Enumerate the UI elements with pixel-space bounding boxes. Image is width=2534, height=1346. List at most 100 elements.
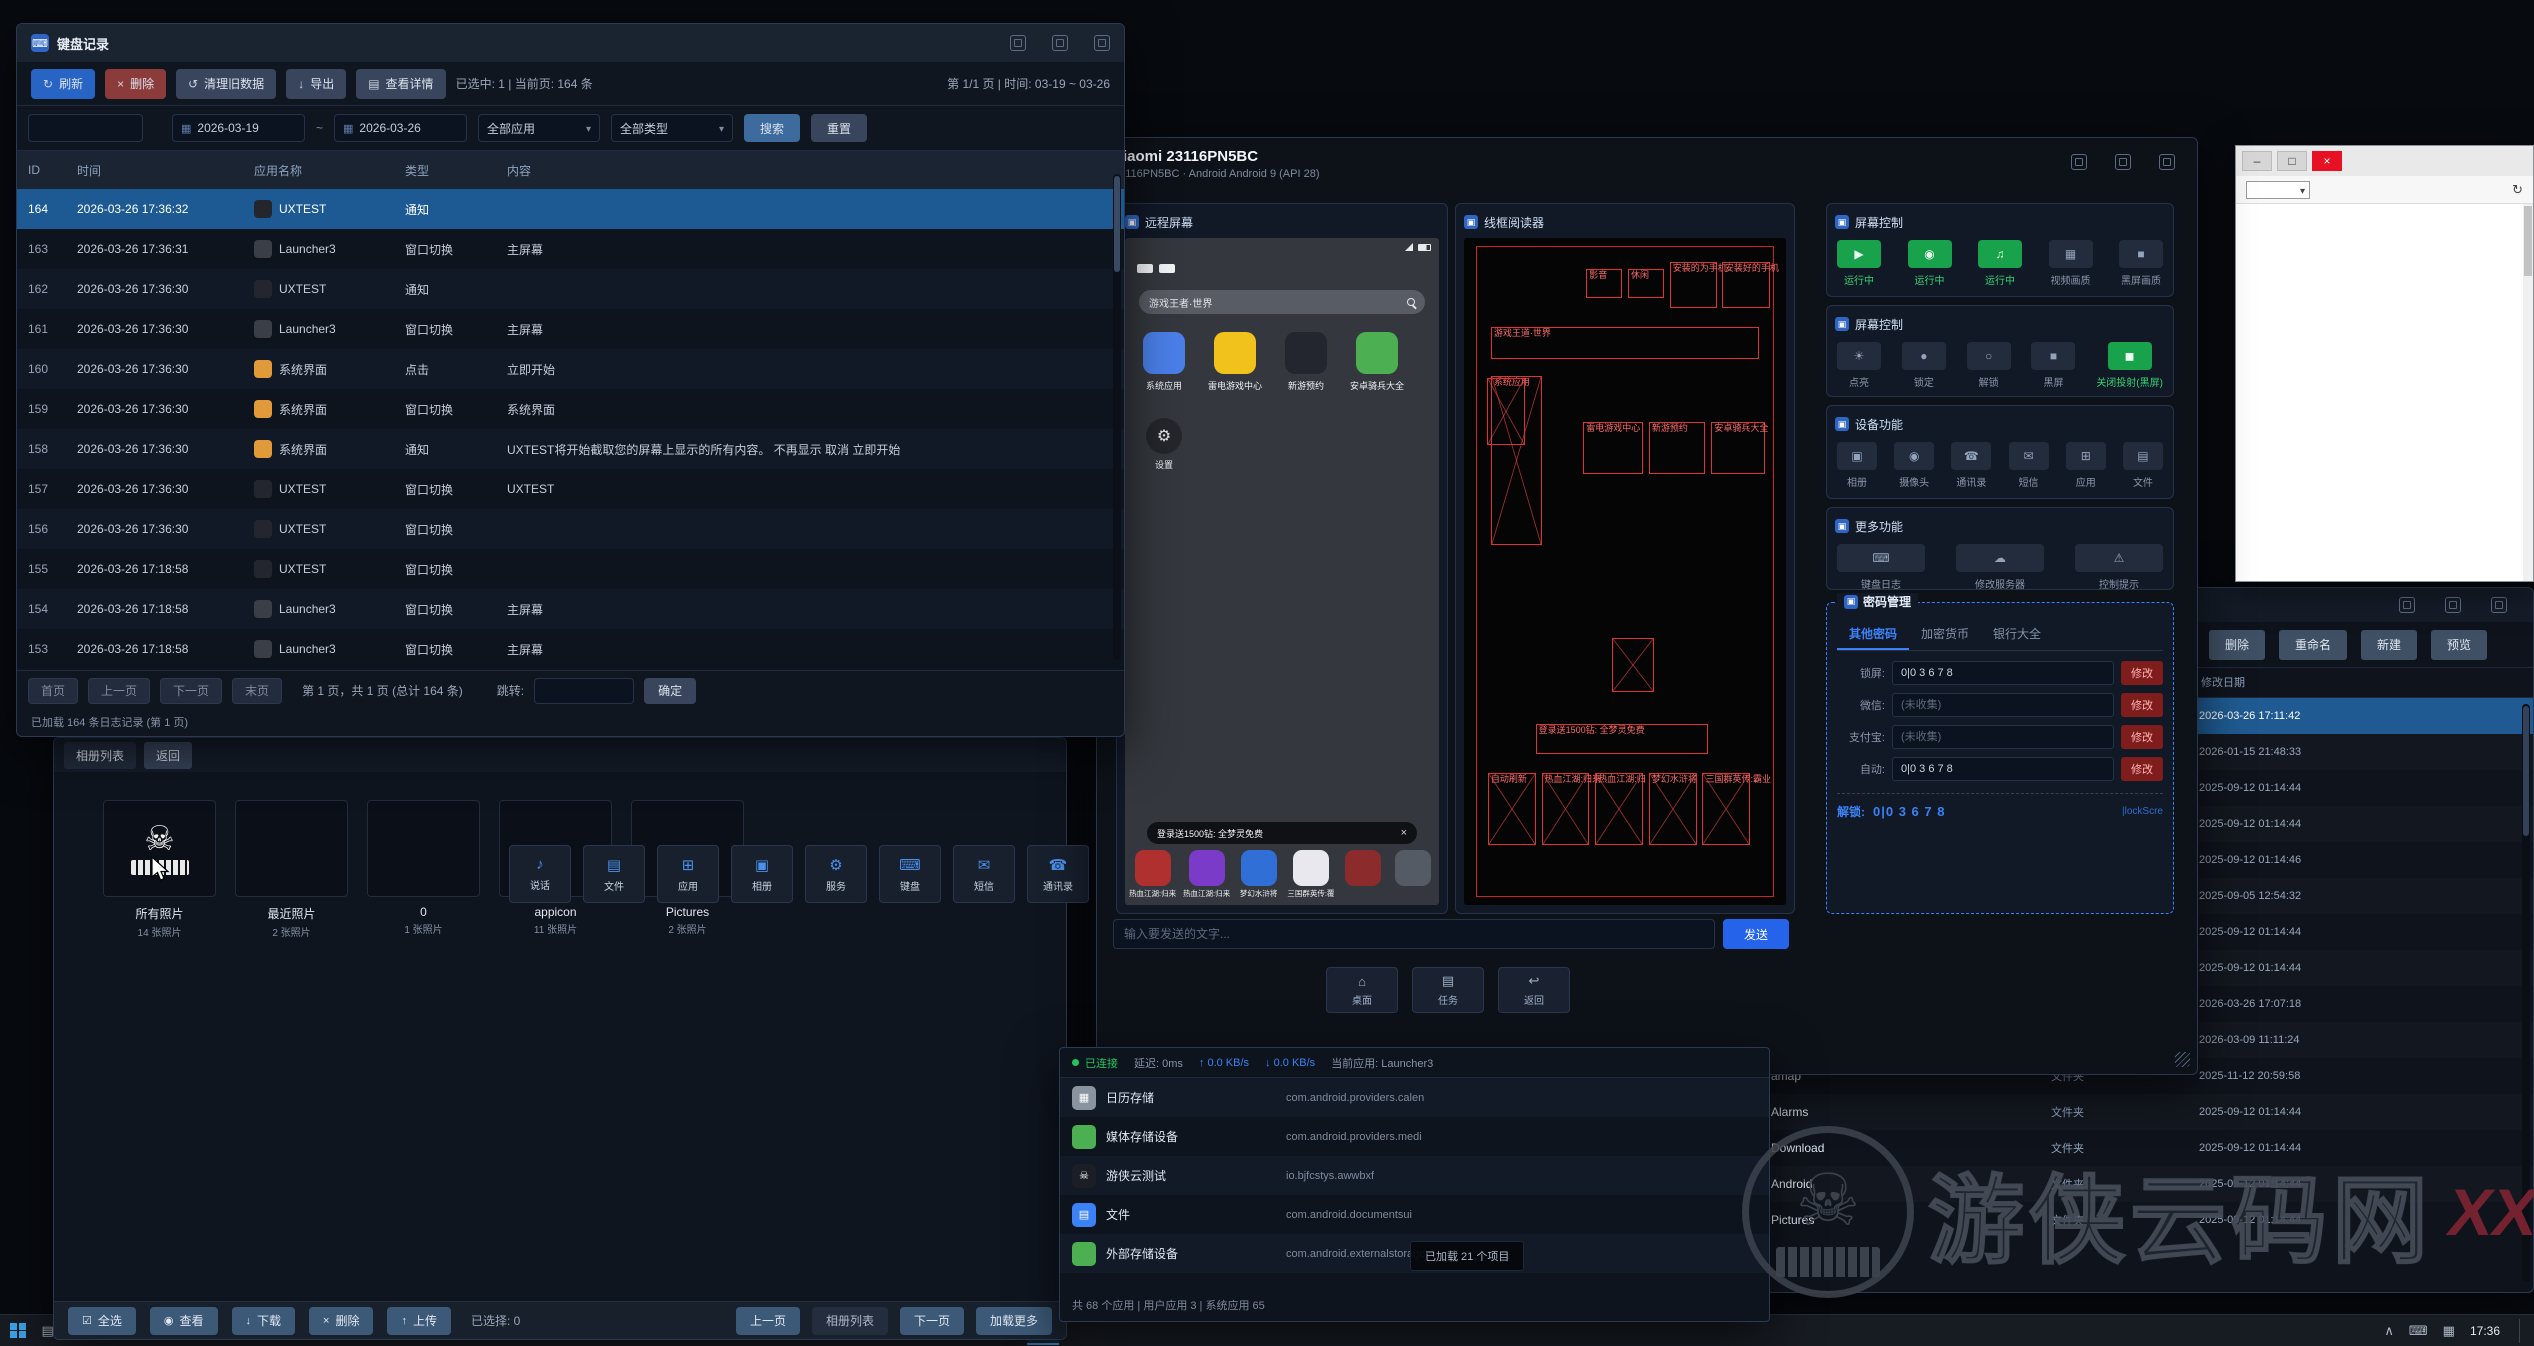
phone-app-icon[interactable]: 系统应用 (1135, 332, 1193, 392)
album-paging-button[interactable]: 上一页 (736, 1307, 800, 1335)
album-paging-button[interactable]: 相册列表 (812, 1307, 888, 1335)
dock-app-icon[interactable]: 三国群英传:覆 (1287, 850, 1334, 897)
password-tab[interactable]: 其他密码 (1837, 621, 1909, 650)
scrollbar[interactable] (1113, 174, 1121, 660)
log-row[interactable]: 155 2026-03-26 17:18:58 UXTEST 窗口切换 (17, 549, 1124, 589)
stream-control-button[interactable]: ♫ 运行中 (1978, 240, 2022, 287)
device-function-button[interactable]: ✉ 短信 (2009, 442, 2049, 489)
modify-button[interactable]: 修改 (2121, 661, 2163, 685)
log-row[interactable]: 157 2026-03-26 17:36:30 UXTEST 窗口切换 UXTE… (17, 469, 1124, 509)
stream-control-button[interactable]: ◉ 运行中 (1908, 240, 1952, 287)
window-close-icon[interactable] (2491, 597, 2507, 613)
window-minimize-icon[interactable] (2115, 154, 2131, 170)
log-row[interactable]: 160 2026-03-26 17:36:30 系统界面 点击 立即开始 (17, 349, 1124, 389)
zoom-select[interactable] (2246, 181, 2310, 199)
album-action-button[interactable]: ↓ 下载 (232, 1307, 296, 1335)
window-pin-icon[interactable] (1010, 35, 1026, 51)
album-action-button[interactable]: ☑ 全选 (68, 1307, 136, 1335)
tray-expand-icon[interactable]: ∧ (2384, 1323, 2394, 1339)
window-layout-icon[interactable] (2445, 597, 2461, 613)
reset-button[interactable]: 重置 (811, 114, 867, 142)
minimize-button[interactable] (2242, 151, 2272, 171)
log-row[interactable]: 164 2026-03-26 17:36:32 UXTEST 通知 (17, 189, 1124, 229)
maximize-button[interactable] (2277, 151, 2307, 171)
file-row[interactable]: Pictures 文件夹 2025-09-12 01:14:44 (1641, 1202, 2533, 1238)
log-row[interactable]: 161 2026-03-26 17:36:30 Launcher3 窗口切换 主… (17, 309, 1124, 349)
toolbar-button[interactable]: ↻ 刷新 (31, 69, 95, 99)
last-page-button[interactable]: 末页 (232, 678, 282, 704)
scrollbar-thumb[interactable] (2523, 706, 2529, 836)
nav-button[interactable]: ↩ 返回 (1498, 967, 1570, 1013)
send-button[interactable]: 发送 (1723, 919, 1789, 949)
column-modified-date[interactable]: 修改日期 (2201, 668, 2245, 698)
device-function-button[interactable]: ▣ 相册 (1837, 442, 1877, 489)
password-tab[interactable]: 银行大全 (1981, 621, 2053, 650)
function-button[interactable]: ✉ 短信 (953, 845, 1015, 903)
jump-confirm-button[interactable]: 确定 (644, 678, 696, 704)
file-row[interactable]: Alarms 文件夹 2025-09-12 01:14:44 (1641, 1094, 2533, 1130)
function-button[interactable]: ⊞ 应用 (657, 845, 719, 903)
phone-search-bar[interactable]: 游戏王者·世界 (1139, 290, 1425, 314)
stream-control-button[interactable]: ■ 黑屏画质 (2119, 240, 2163, 287)
scrollbar[interactable] (2523, 204, 2533, 581)
log-row[interactable]: 158 2026-03-26 17:36:30 系统界面 通知 UXTEST将开… (17, 429, 1124, 469)
dock-app-icon[interactable]: 热血江湖:归来 (1183, 850, 1230, 897)
album-action-button[interactable]: × 删除 (309, 1307, 373, 1335)
back-button[interactable]: 返回 (144, 742, 192, 769)
start-button[interactable] (10, 1323, 26, 1339)
device-function-button[interactable]: ☎ 通讯录 (1951, 442, 1991, 489)
keyword-input[interactable] (28, 114, 143, 142)
screen-action-button[interactable]: ☀ 点亮 (1837, 342, 1881, 389)
taskbar-search-icon[interactable]: ▤ (42, 1323, 54, 1339)
album-action-button[interactable]: ◉ 查看 (150, 1307, 218, 1335)
dock-app-icon[interactable] (1341, 850, 1384, 897)
window-pin-icon[interactable] (2071, 154, 2087, 170)
screen-action-button[interactable]: ■ 黑屏 (2031, 342, 2075, 389)
refresh-icon[interactable] (2512, 182, 2523, 198)
app-row[interactable]: ▤ 文件 com.android.documentsui (1060, 1195, 1769, 1234)
modify-button[interactable]: 修改 (2121, 693, 2163, 717)
function-button[interactable]: ▤ 文件 (583, 845, 645, 903)
screen-action-button[interactable]: ○ 解锁 (1967, 342, 2011, 389)
phone-app-icon[interactable]: 安卓骑兵大全 (1348, 332, 1406, 392)
app-row[interactable]: ☠ 游侠云测试 io.bjfcstys.awwbxf (1060, 1156, 1769, 1195)
function-button[interactable]: ☎ 通讯录 (1027, 845, 1089, 903)
file-action-button[interactable]: 删除 (2209, 630, 2265, 660)
prev-page-button[interactable]: 上一页 (88, 678, 150, 704)
album-paging-button[interactable]: 加载更多 (976, 1307, 1052, 1335)
toolbar-button[interactable]: ▤ 查看详情 (356, 69, 445, 99)
phone-app-icon[interactable]: 雷电游戏中心 (1206, 332, 1264, 392)
modify-button[interactable]: 修改 (2121, 725, 2163, 749)
function-button[interactable]: ⌨ 键盘 (879, 845, 941, 903)
album-paging-button[interactable]: 下一页 (900, 1307, 964, 1335)
toolbar-button[interactable]: × 删除 (105, 69, 166, 99)
clock[interactable]: 17:36 (2470, 1324, 2500, 1338)
show-desktop-button[interactable] (2519, 1319, 2524, 1343)
window-menu-icon[interactable] (2399, 597, 2415, 613)
device-function-button[interactable]: ⊞ 应用 (2066, 442, 2106, 489)
log-row[interactable]: 163 2026-03-26 17:36:31 Launcher3 窗口切换 主… (17, 229, 1124, 269)
password-tab[interactable]: 加密货币 (1909, 621, 1981, 650)
remote-phone-screen[interactable]: 游戏王者·世界 系统应用 雷电游戏中心 (1125, 238, 1439, 905)
device-function-button[interactable]: ◉ 摄像头 (1894, 442, 1934, 489)
screen-action-button[interactable]: ● 锁定 (1902, 342, 1946, 389)
resize-grip[interactable] (2175, 1052, 2190, 1067)
first-page-button[interactable]: 首页 (28, 678, 78, 704)
scrollbar[interactable] (2522, 704, 2530, 1282)
album-action-button[interactable]: ↑ 上传 (387, 1307, 451, 1335)
file-action-button[interactable]: 新建 (2361, 630, 2417, 660)
close-button[interactable] (2312, 151, 2342, 171)
log-row[interactable]: 156 2026-03-26 17:36:30 UXTEST 窗口切换 (17, 509, 1124, 549)
stream-control-button[interactable]: ▶ 运行中 (1837, 240, 1881, 287)
log-row[interactable]: 162 2026-03-26 17:36:30 UXTEST 通知 (17, 269, 1124, 309)
date-to-input[interactable]: 2026-03-26 (334, 114, 467, 142)
log-row[interactable]: 154 2026-03-26 17:18:58 Launcher3 窗口切换 主… (17, 589, 1124, 629)
phone-settings-app[interactable]: 设置 (1141, 418, 1187, 471)
album-card[interactable]: ☠ 最近照片 2 张照片 (235, 800, 348, 939)
toolbar-button[interactable]: ↺ 清理旧数据 (176, 69, 276, 99)
next-page-button[interactable]: 下一页 (160, 678, 222, 704)
file-action-button[interactable]: 预览 (2431, 630, 2487, 660)
window-close-icon[interactable] (2159, 154, 2175, 170)
album-card[interactable]: ☠ 所有照片 14 张照片 (103, 800, 216, 939)
function-button[interactable]: ⚙ 服务 (805, 845, 867, 903)
